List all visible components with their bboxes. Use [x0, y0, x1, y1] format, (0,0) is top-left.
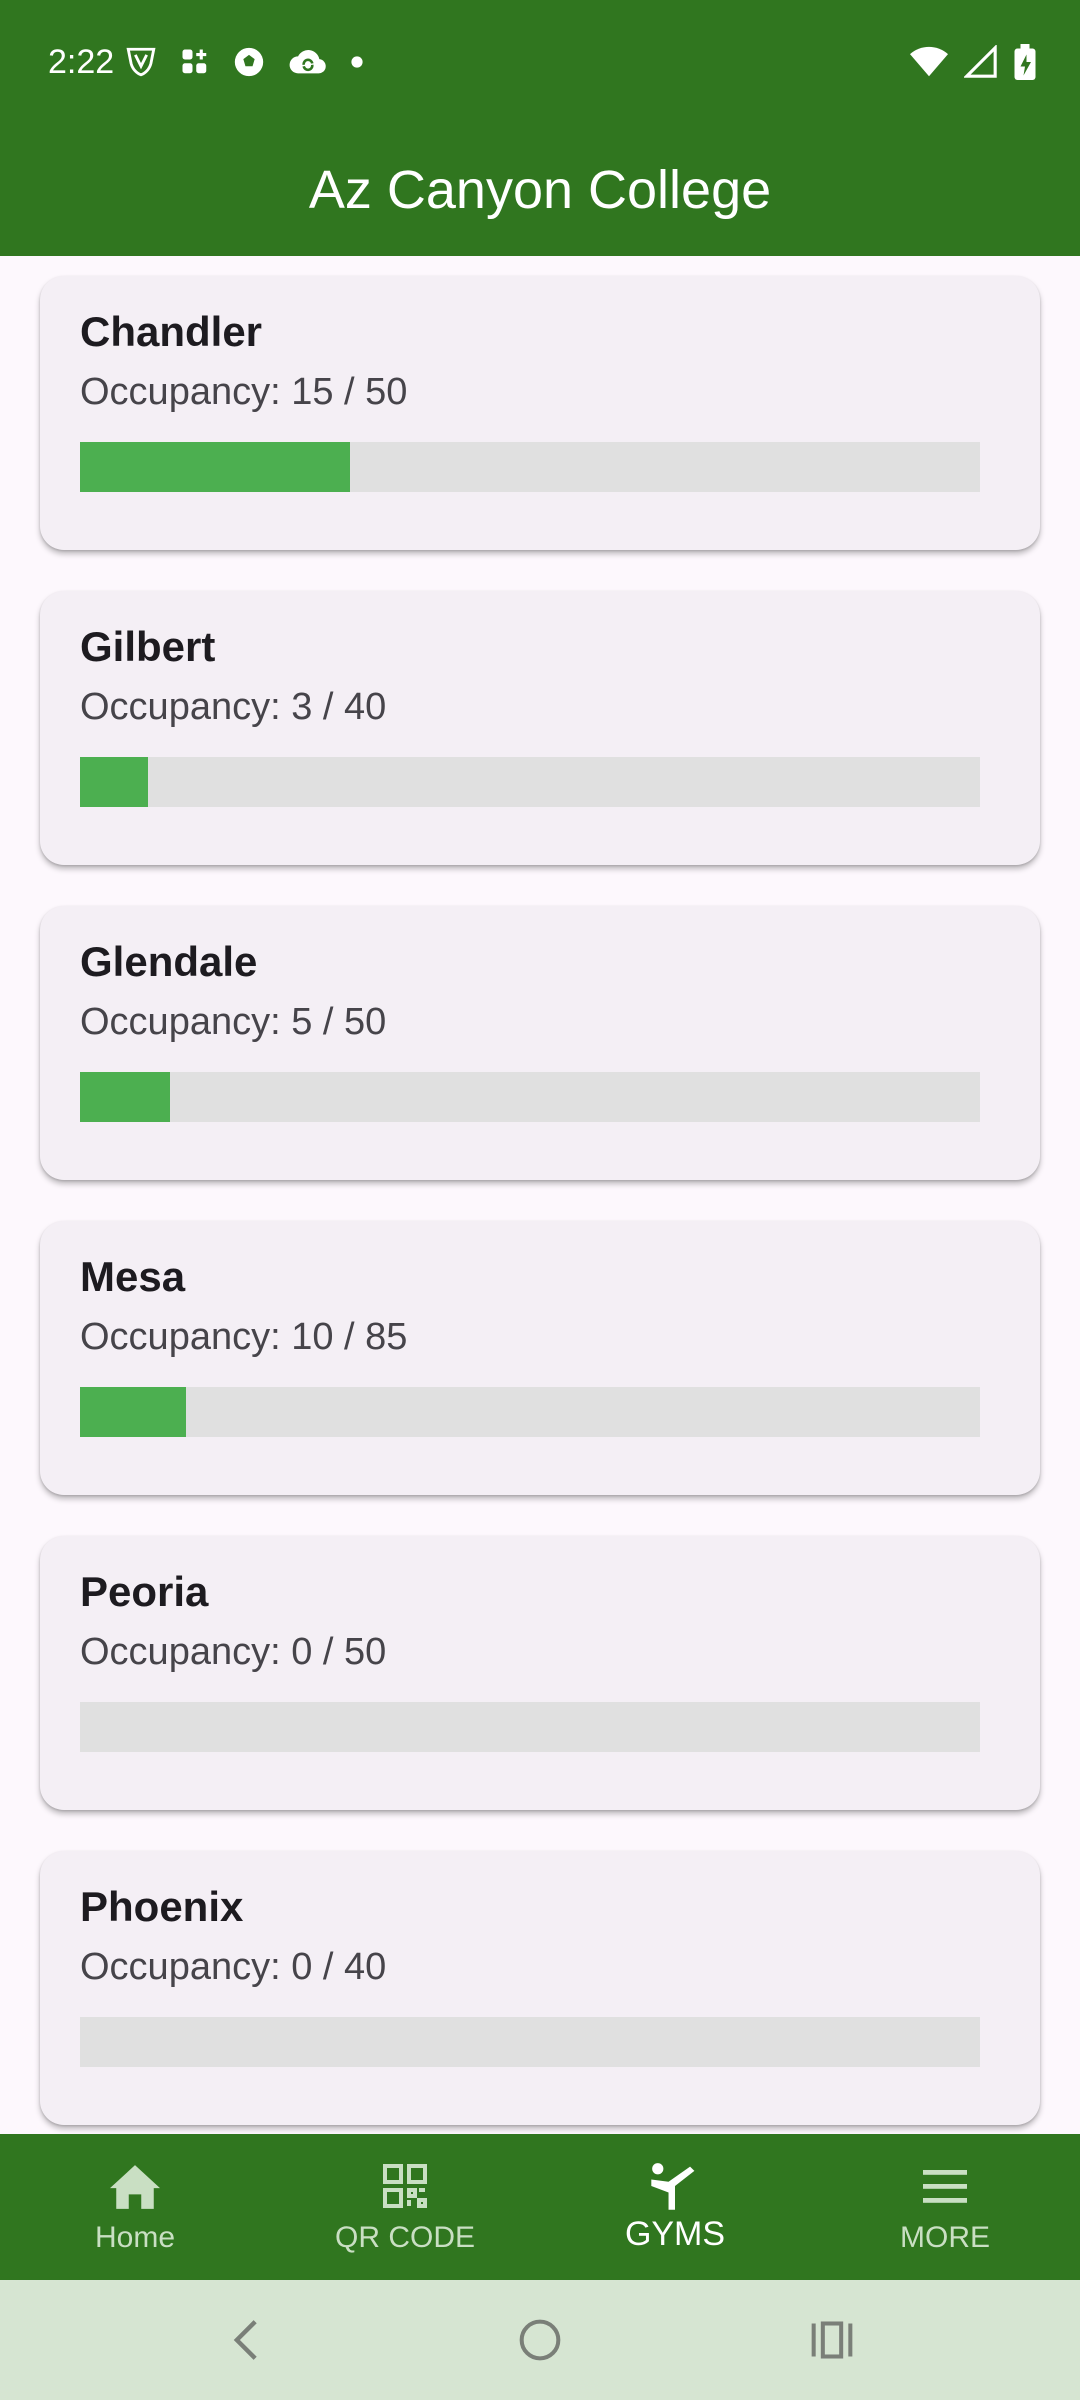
status-time: 2:22 [48, 43, 115, 81]
app-bar: Az Canyon College [0, 124, 1080, 256]
home-icon [110, 2158, 160, 2214]
nav-more[interactable]: MORE [810, 2134, 1080, 2280]
status-right-icons [910, 40, 1036, 84]
status-left-icons [124, 40, 364, 84]
battery-icon [1014, 44, 1036, 80]
occupancy-progress-fill [80, 1387, 186, 1437]
occupancy-progress-fill [80, 442, 350, 492]
occupancy-progress-bar [80, 442, 980, 492]
bottom-navigation: Home QR CODE GYMS MORE [0, 2134, 1080, 2280]
nav-gyms[interactable]: GYMS [540, 2134, 810, 2280]
signal-icon [964, 45, 997, 78]
grid-app-icon [182, 49, 207, 74]
gym-name: Chandler [80, 308, 263, 355]
gym-occupancy-label: Occupancy: 0 / 40 [80, 1946, 387, 1988]
gym-list[interactable]: Chandler Occupancy: 15 / 50 Gilbert Occu… [0, 256, 1080, 2134]
gym-card-peoria[interactable]: Peoria Occupancy: 0 / 50 [40, 1536, 1040, 1810]
nav-label: QR CODE [334, 2221, 475, 2254]
system-navigation-bar [0, 2280, 1080, 2400]
gym-card-chandler[interactable]: Chandler Occupancy: 15 / 50 [40, 276, 1040, 550]
occupancy-progress-fill [80, 1072, 170, 1122]
occupancy-progress-fill [80, 757, 148, 807]
gym-card-mesa[interactable]: Mesa Occupancy: 10 / 85 [40, 1221, 1040, 1495]
gym-card-gilbert[interactable]: Gilbert Occupancy: 3 / 40 [40, 591, 1040, 865]
gym-name: Peoria [80, 1568, 209, 1615]
occupancy-progress-bar [80, 757, 980, 807]
gym-name: Phoenix [80, 1883, 244, 1930]
status-bar: 2:22 [0, 0, 1080, 124]
gym-occupancy-label: Occupancy: 0 / 50 [80, 1631, 387, 1673]
gym-occupancy-label: Occupancy: 3 / 40 [80, 686, 387, 728]
occupancy-progress-bar [80, 2017, 980, 2067]
gym-occupancy-label: Occupancy: 15 / 50 [80, 371, 408, 413]
recents-icon[interactable] [810, 2318, 854, 2367]
gym-card-glendale[interactable]: Glendale Occupancy: 5 / 50 [40, 906, 1040, 1180]
gym-card-phoenix[interactable]: Phoenix Occupancy: 0 / 40 [40, 1851, 1040, 2125]
menu-icon [921, 2158, 969, 2214]
gym-name: Gilbert [80, 623, 216, 670]
nav-qr-code[interactable]: QR CODE [270, 2134, 540, 2280]
gym-name: Glendale [80, 938, 258, 985]
nav-label: Home [94, 2221, 176, 2254]
qr-code-icon [381, 2158, 429, 2214]
vpn-shield-icon [126, 47, 156, 77]
gym-occupancy-label: Occupancy: 10 / 85 [80, 1316, 408, 1358]
gym-name: Mesa [80, 1253, 186, 1300]
home-circle-icon[interactable] [518, 2318, 562, 2367]
dot-icon [351, 56, 363, 68]
nav-label: GYMS [624, 2215, 726, 2253]
soccer-ball-icon [234, 47, 264, 77]
back-icon[interactable] [226, 2318, 266, 2367]
nav-home[interactable]: Home [0, 2134, 270, 2280]
nav-label: MORE [900, 2221, 990, 2254]
gym-occupancy-label: Occupancy: 5 / 50 [80, 1001, 387, 1043]
occupancy-progress-bar [80, 1387, 980, 1437]
occupancy-progress-bar [80, 1072, 980, 1122]
cloud-sync-icon [289, 50, 326, 74]
page-title: Az Canyon College [308, 160, 772, 220]
gym-figure-icon [647, 2158, 703, 2214]
occupancy-progress-bar [80, 1702, 980, 1752]
wifi-icon [910, 46, 948, 77]
